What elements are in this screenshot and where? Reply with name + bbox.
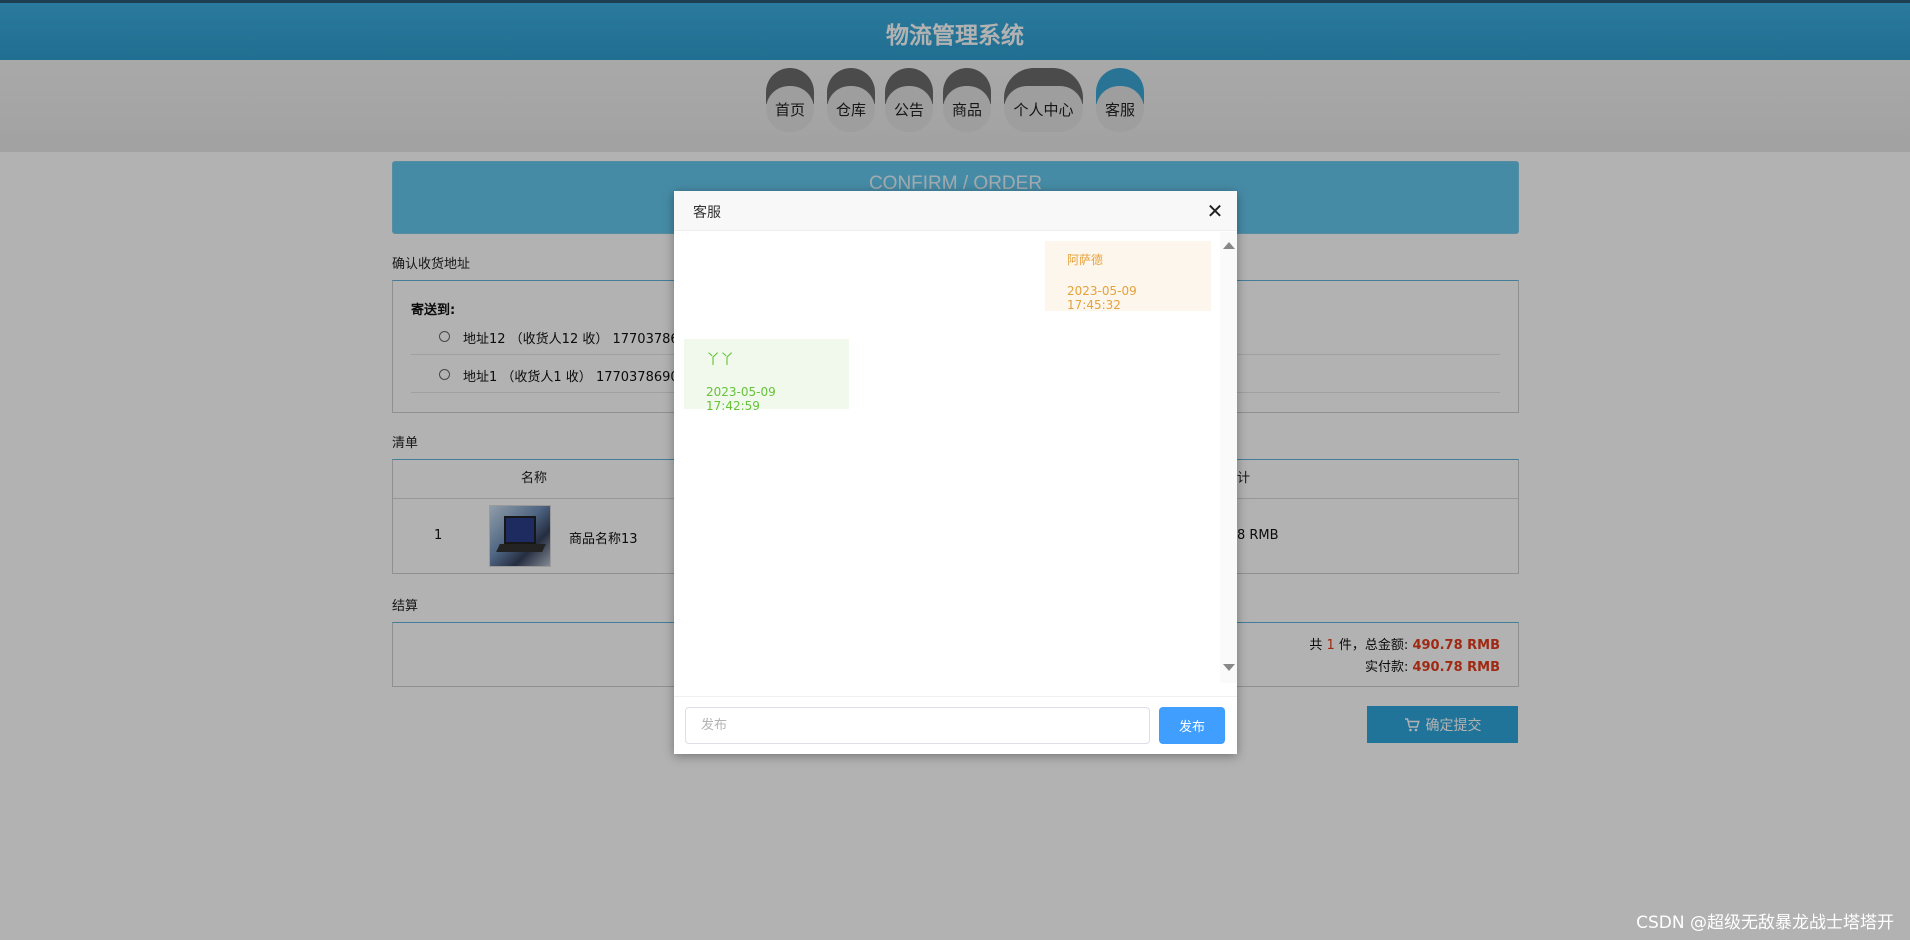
dialog-title: 客服 xyxy=(693,205,721,221)
customer-service-dialog: 客服 ✕ 阿萨德 2023-05-09 17:45:32 丫丫 2023-05-… xyxy=(674,191,1237,754)
message-text: 丫丫 xyxy=(706,352,734,368)
message-input[interactable] xyxy=(685,707,1150,744)
dialog-footer: 发布 xyxy=(674,696,1237,754)
chat-message-sent: 阿萨德 2023-05-09 17:45:32 xyxy=(1045,241,1211,312)
chat-message-list[interactable]: 阿萨德 2023-05-09 17:45:32 丫丫 2023-05-09 17… xyxy=(674,232,1237,683)
message-text: 阿萨德 xyxy=(1067,253,1104,267)
message-time: 2023-05-09 17:42:59 xyxy=(706,385,776,413)
scroll-down-icon[interactable] xyxy=(1223,664,1235,671)
close-icon[interactable]: ✕ xyxy=(1203,199,1227,223)
watermark: CSDN @超级无敌暴龙战士塔塔开 xyxy=(1636,913,1894,933)
dialog-header: 客服 ✕ xyxy=(674,191,1237,231)
chat-message-received: 丫丫 2023-05-09 17:42:59 xyxy=(684,339,849,413)
send-button[interactable]: 发布 xyxy=(1159,707,1225,744)
chat-scrollbar[interactable] xyxy=(1220,232,1237,683)
scroll-up-icon[interactable] xyxy=(1223,242,1235,249)
message-time: 2023-05-09 17:45:32 xyxy=(1067,284,1137,312)
